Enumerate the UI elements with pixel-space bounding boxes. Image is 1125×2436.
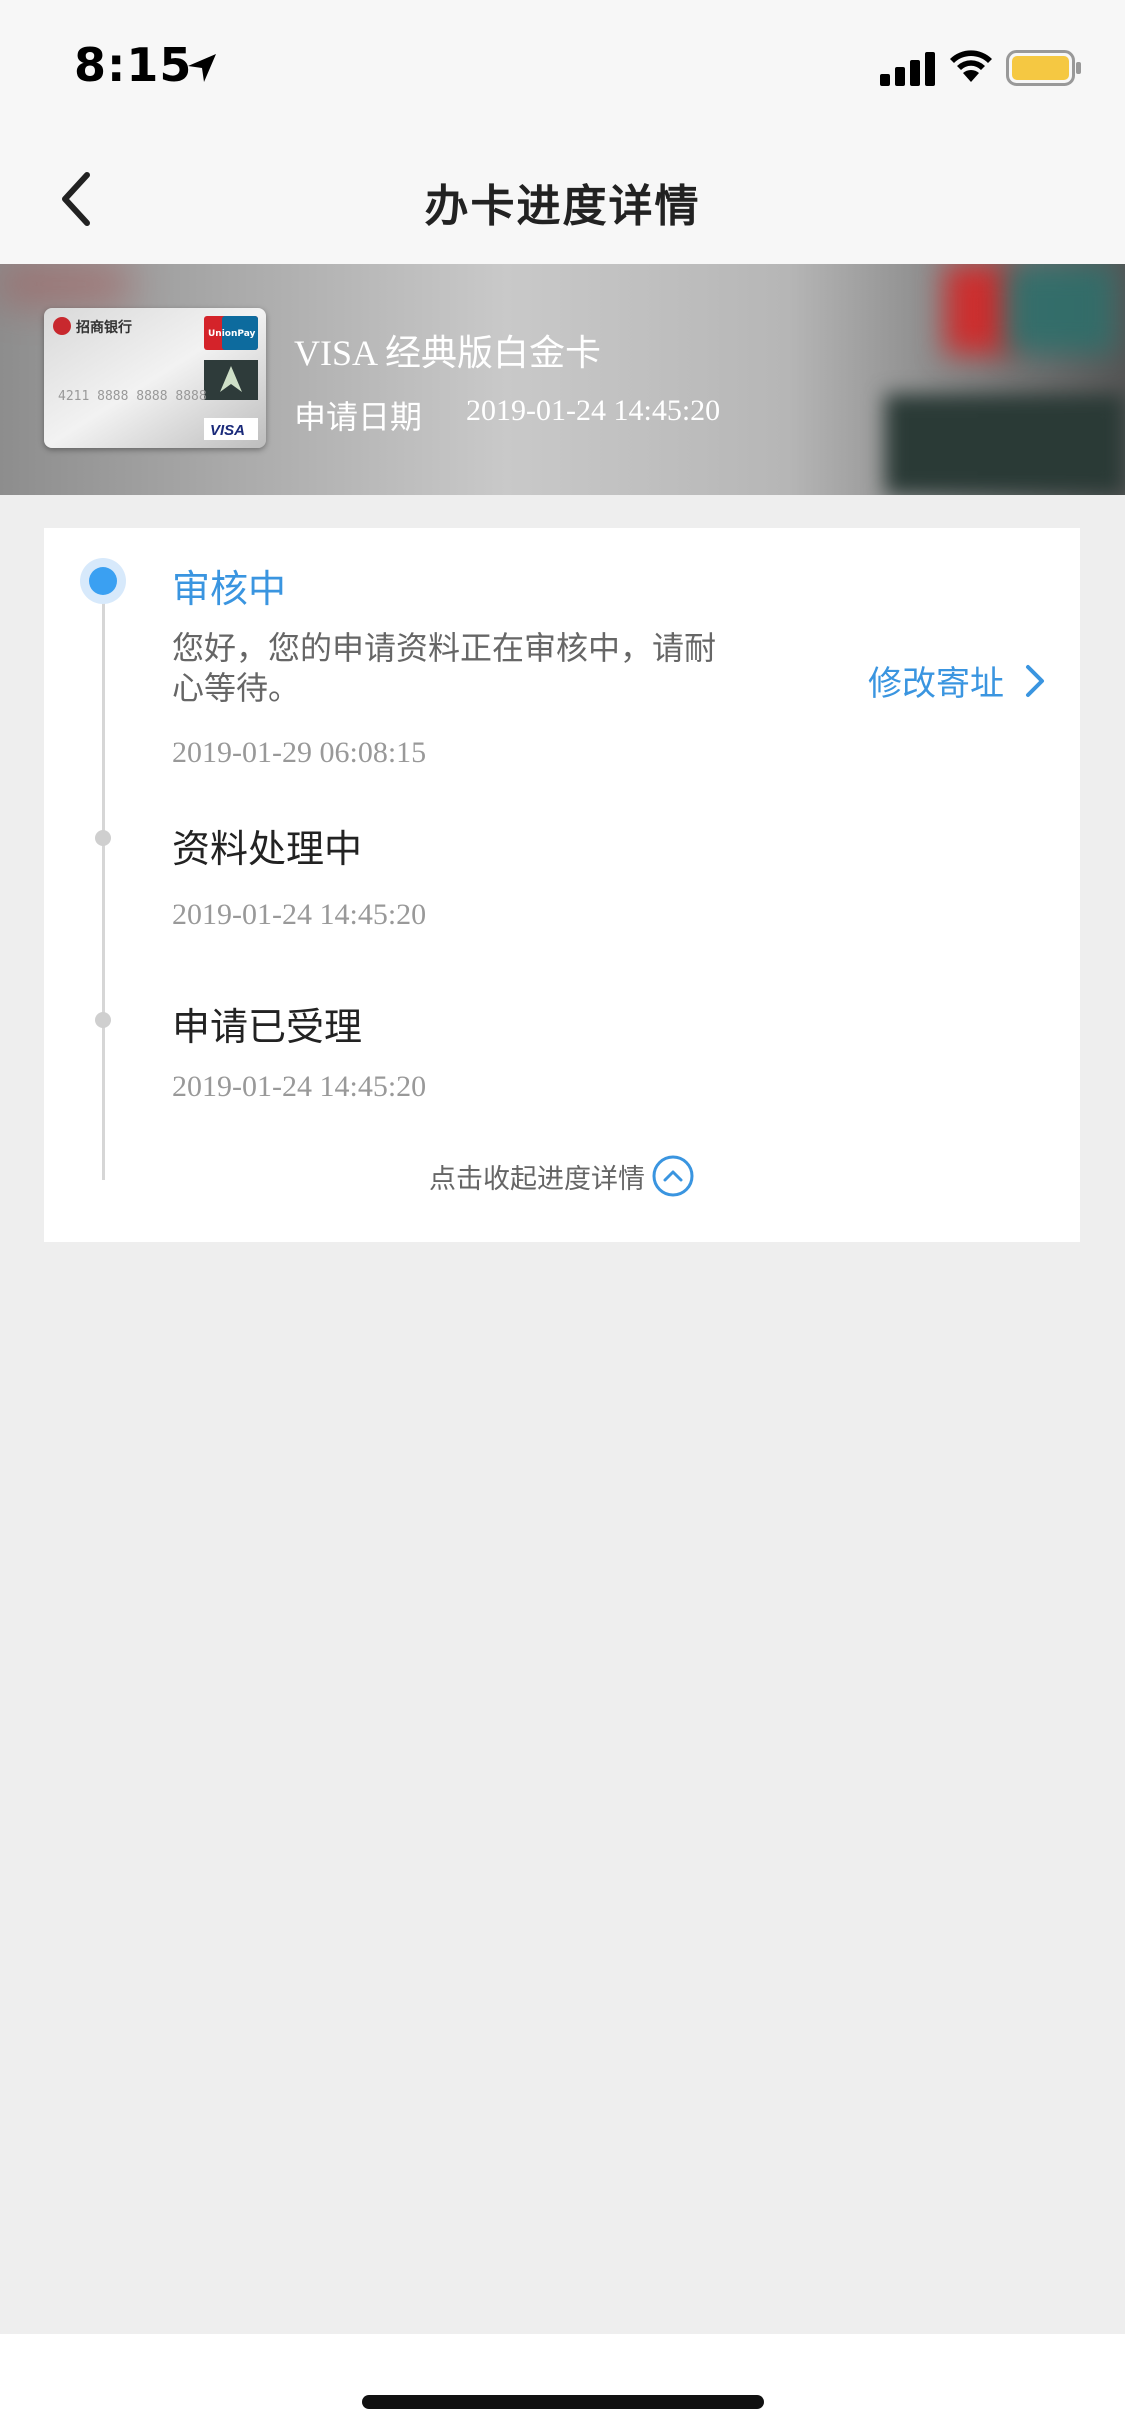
- banner-background-blur: [885, 394, 1125, 495]
- status-time: 8:15: [74, 38, 193, 92]
- timeline-dot: [95, 830, 111, 846]
- timeline-dot-active: [80, 558, 126, 604]
- card-product-name: VISA 经典版白金卡: [294, 333, 602, 373]
- apply-date-label: 申请日期: [294, 398, 423, 436]
- step-time-accepted: 2019-01-24 14:45:20: [172, 1070, 427, 1103]
- collapse-details-label: 点击收起进度详情: [429, 1163, 645, 1195]
- chevron-right-icon: [1026, 664, 1044, 697]
- page-title: 办卡进度详情: [424, 181, 701, 232]
- collapse-details-button[interactable]: 点击收起进度详情: [44, 1154, 1080, 1198]
- modify-address-link[interactable]: 修改寄址: [868, 656, 1052, 705]
- modify-address-label: 修改寄址: [868, 664, 1004, 704]
- credit-card-image: 招商银行 UnionPay 4211 8888 8888 8888 VISA: [44, 308, 266, 448]
- step-time-reviewing: 2019-01-29 06:08:15: [172, 736, 427, 769]
- step-title-processing: 资料处理中: [172, 827, 363, 871]
- step-title-accepted: 申请已受理: [172, 1005, 363, 1049]
- card-banner: 招商银行 UnionPay 4211 8888 8888 8888 VISA V…: [0, 264, 1125, 495]
- svg-text:招商银行: 招商银行: [76, 319, 132, 336]
- credit-card-graphic: 招商银行 UnionPay 4211 8888 8888 8888 VISA: [44, 308, 266, 448]
- progress-card: 审核中 您好，您的申请资料正在审核中，请耐心等待。 2019-01-29 06:…: [44, 528, 1080, 1242]
- bottom-safe-area: [0, 2334, 1125, 2436]
- location-arrow-icon: [188, 54, 216, 82]
- cellular-signal-icon: [880, 52, 935, 86]
- wifi-icon: [950, 50, 992, 82]
- step-title-reviewing: 审核中: [172, 567, 287, 611]
- chevron-up-circle-icon: [652, 1155, 694, 1197]
- apply-date-value: 2019-01-24 14:45:20: [466, 394, 721, 427]
- svg-text:VISA: VISA: [210, 422, 245, 439]
- home-indicator[interactable]: [362, 2395, 764, 2409]
- banner-background-blur: [1005, 264, 1115, 354]
- timeline-dot: [95, 1012, 111, 1028]
- timeline-line: [102, 580, 105, 1180]
- battery-icon: [1006, 50, 1081, 86]
- navigation-bar: 办卡进度详情: [0, 132, 1125, 264]
- svg-text:UnionPay: UnionPay: [208, 329, 256, 339]
- step-description: 您好，您的申请资料正在审核中，请耐心等待。: [172, 629, 717, 707]
- step-time-processing: 2019-01-24 14:45:20: [172, 898, 427, 931]
- banner-background-blur: [0, 264, 130, 304]
- svg-text:4211 8888 8888 8888: 4211 8888 8888 8888: [58, 389, 207, 404]
- status-bar: 8:15: [0, 0, 1125, 132]
